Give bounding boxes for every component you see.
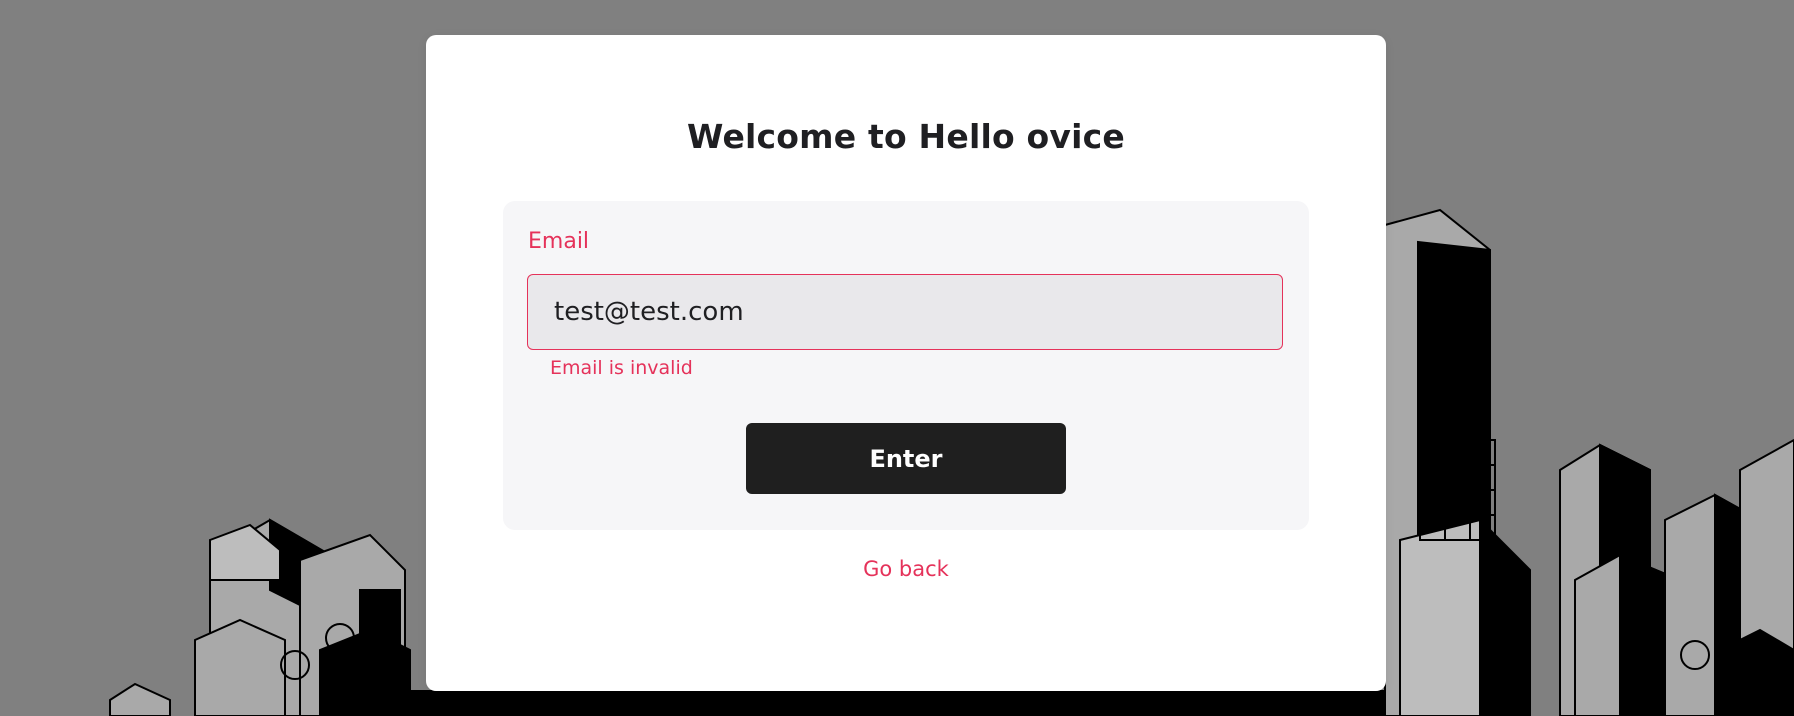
email-input[interactable] <box>527 274 1283 350</box>
email-form-card: Email Email is invalid Enter <box>503 201 1309 530</box>
email-label: Email <box>528 229 590 254</box>
sign-in-dialog: Welcome to Hello ovice Email Email is in… <box>426 35 1386 691</box>
email-error-message: Email is invalid <box>550 357 693 379</box>
dialog-title: Welcome to Hello ovice <box>687 117 1125 156</box>
go-back-link[interactable]: Go back <box>426 557 1386 581</box>
enter-button[interactable]: Enter <box>746 423 1066 494</box>
